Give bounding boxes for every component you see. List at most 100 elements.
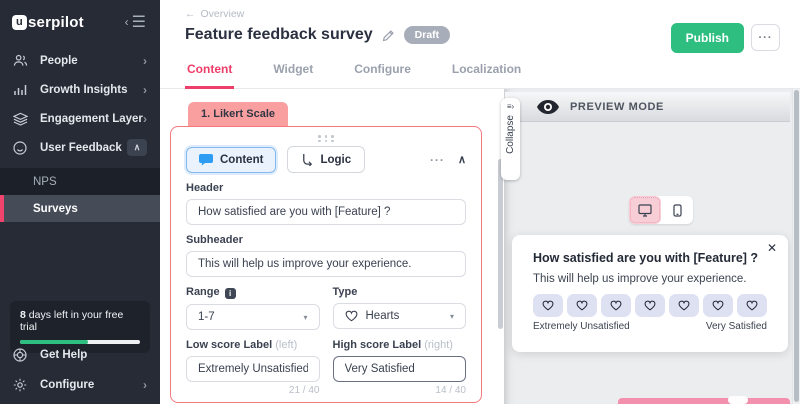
gear-icon (13, 378, 29, 392)
peek-bump (728, 396, 748, 404)
breadcrumb[interactable]: ← Overview (185, 8, 244, 20)
heart-rating-button[interactable] (703, 294, 733, 317)
preview-mode-label: PREVIEW MODE (570, 101, 664, 113)
collapse-section-button[interactable]: ∧ (127, 139, 147, 156)
heart-rating-button[interactable] (533, 294, 563, 317)
tab-localization[interactable]: Localization (450, 54, 523, 89)
likert-scale-card: Content Logic ··· ∧ Header Subheader Ran… (170, 126, 482, 403)
back-arrow-icon: ← (185, 8, 196, 20)
high-score-input[interactable] (333, 356, 467, 382)
people-icon (13, 54, 29, 67)
next-element-peek (618, 398, 790, 404)
high-score-field-label: High score Label (right) (333, 339, 467, 351)
desktop-preview-button[interactable] (629, 196, 661, 224)
survey-preview-card: ✕ How satisfied are you with [Feature] ?… (512, 235, 788, 352)
subheader-field-label: Subheader (186, 234, 466, 246)
edit-title-icon[interactable] (382, 29, 395, 42)
preview-panel: ≡› Collapse PREVIEW MODE ✕ How satisfied… (504, 89, 800, 404)
preview-title: How satisfied are you with [Feature] ? (533, 251, 767, 265)
caret-down-icon: ▾ (303, 313, 307, 322)
survey-editor-panel: 1. Likert Scale Content Logic ··· ∧ (160, 89, 504, 404)
page-header: ← Overview Feature feedback survey Draft… (160, 0, 800, 89)
sidebar-item-user-feedback[interactable]: User Feedback ∧ (0, 133, 160, 162)
info-icon[interactable]: i (225, 288, 236, 299)
collapse-panel-icon: ≡› (507, 103, 514, 112)
preview-scrollbar[interactable] (792, 89, 800, 404)
sidebar-nav: People › Growth Insights › Engagement La… (0, 46, 160, 222)
collapse-label: Collapse (505, 115, 516, 154)
range-select[interactable]: 1-7 ▾ (186, 304, 320, 330)
chevron-right-icon: › (143, 83, 147, 97)
sidebar-item-label: Engagement Layer (40, 113, 143, 125)
low-score-field-label: Low score Label (left) (186, 339, 320, 351)
sidebar-item-growth-insights[interactable]: Growth Insights › (0, 75, 160, 104)
sidebar-item-label: Get Help (40, 349, 147, 361)
sidebar-item-label: User Feedback (40, 142, 127, 154)
chevron-right-icon: › (143, 54, 147, 68)
low-score-char-count: 21 / 40 (186, 385, 320, 396)
sidebar-item-configure[interactable]: Configure › (0, 370, 160, 400)
trial-countdown-text: 8 days left in your free trial (20, 309, 140, 333)
collapse-preview-button[interactable]: ≡› Collapse (501, 98, 520, 180)
tab-widget[interactable]: Widget (271, 54, 315, 89)
sidebar-collapse-button[interactable]: ‹ ☰ (125, 12, 146, 32)
layers-icon (13, 112, 29, 126)
drag-handle-icon[interactable] (317, 135, 335, 142)
heart-rating-button[interactable] (669, 294, 699, 317)
heart-rating-button[interactable] (567, 294, 597, 317)
step-tag[interactable]: 1. Likert Scale (188, 102, 288, 126)
preview-scrollbar-thumb[interactable] (794, 90, 799, 402)
chevron-up-icon: ∧ (134, 142, 141, 153)
sidebar-item-nps[interactable]: NPS (0, 168, 160, 195)
sidebar-item-engagement-layer[interactable]: Engagement Layer › (0, 104, 160, 133)
preview-mode-bar: PREVIEW MODE (505, 92, 790, 122)
heart-icon (345, 310, 358, 322)
header-input[interactable] (186, 199, 466, 225)
sidebar-item-label: Growth Insights (40, 84, 143, 96)
userpilot-logo-icon: u (12, 15, 27, 30)
tab-content[interactable]: Content (185, 54, 234, 89)
high-score-char-count: 14 / 40 (333, 385, 467, 396)
tab-configure[interactable]: Configure (352, 54, 413, 89)
logic-branch-icon (301, 153, 313, 166)
submenu-item-label: Surveys (33, 203, 78, 215)
content-mode-button[interactable]: Content (186, 147, 276, 173)
sidebar-footer: Get Help Configure › (0, 340, 160, 400)
sidebar-item-surveys[interactable]: Surveys (0, 195, 160, 222)
mobile-icon (673, 204, 682, 217)
publish-button[interactable]: Publish (671, 23, 744, 53)
preview-subtitle: This will help us improve your experienc… (533, 273, 767, 285)
heart-rating-button[interactable] (635, 294, 665, 317)
logic-mode-button[interactable]: Logic (287, 146, 365, 173)
page-title: Feature feedback survey (185, 26, 373, 44)
preview-high-label: Very Satisfied (706, 321, 767, 332)
sidebar-item-people[interactable]: People › (0, 46, 160, 75)
eye-icon (537, 100, 559, 114)
caret-down-icon: ▾ (450, 312, 454, 321)
sidebar-item-get-help[interactable]: Get Help (0, 340, 160, 370)
speech-bubble-icon (199, 154, 213, 166)
more-options-button[interactable]: ··· (751, 24, 780, 51)
heart-rating-button[interactable] (601, 294, 631, 317)
bar-chart-icon (13, 83, 29, 96)
chevron-left-icon: ‹ (125, 16, 129, 28)
sidebar: userpilot ‹ ☰ People › Growth Insights ›… (0, 0, 160, 404)
heart-rating-button[interactable] (737, 294, 767, 317)
lifebuoy-icon (13, 348, 29, 362)
userpilot-logo: userpilot (12, 14, 84, 31)
chevron-right-icon: › (143, 378, 147, 392)
card-menu-icon[interactable]: ··· (430, 153, 445, 167)
submenu-item-label: NPS (33, 176, 57, 188)
close-icon[interactable]: ✕ (767, 242, 777, 254)
desktop-icon (638, 204, 652, 217)
type-select[interactable]: Hearts ▾ (333, 303, 467, 329)
collapse-card-icon[interactable]: ∧ (458, 153, 466, 166)
dots-menu-icon: ··· (759, 32, 773, 44)
editor-scrollbar[interactable] (498, 159, 503, 329)
low-score-input[interactable] (186, 356, 320, 382)
survey-tabs: Content Widget Configure Localization (185, 54, 523, 89)
subheader-input[interactable] (186, 251, 466, 277)
type-field-label: Type (333, 286, 467, 298)
status-badge: Draft (404, 26, 451, 44)
mobile-preview-button[interactable] (661, 196, 693, 224)
